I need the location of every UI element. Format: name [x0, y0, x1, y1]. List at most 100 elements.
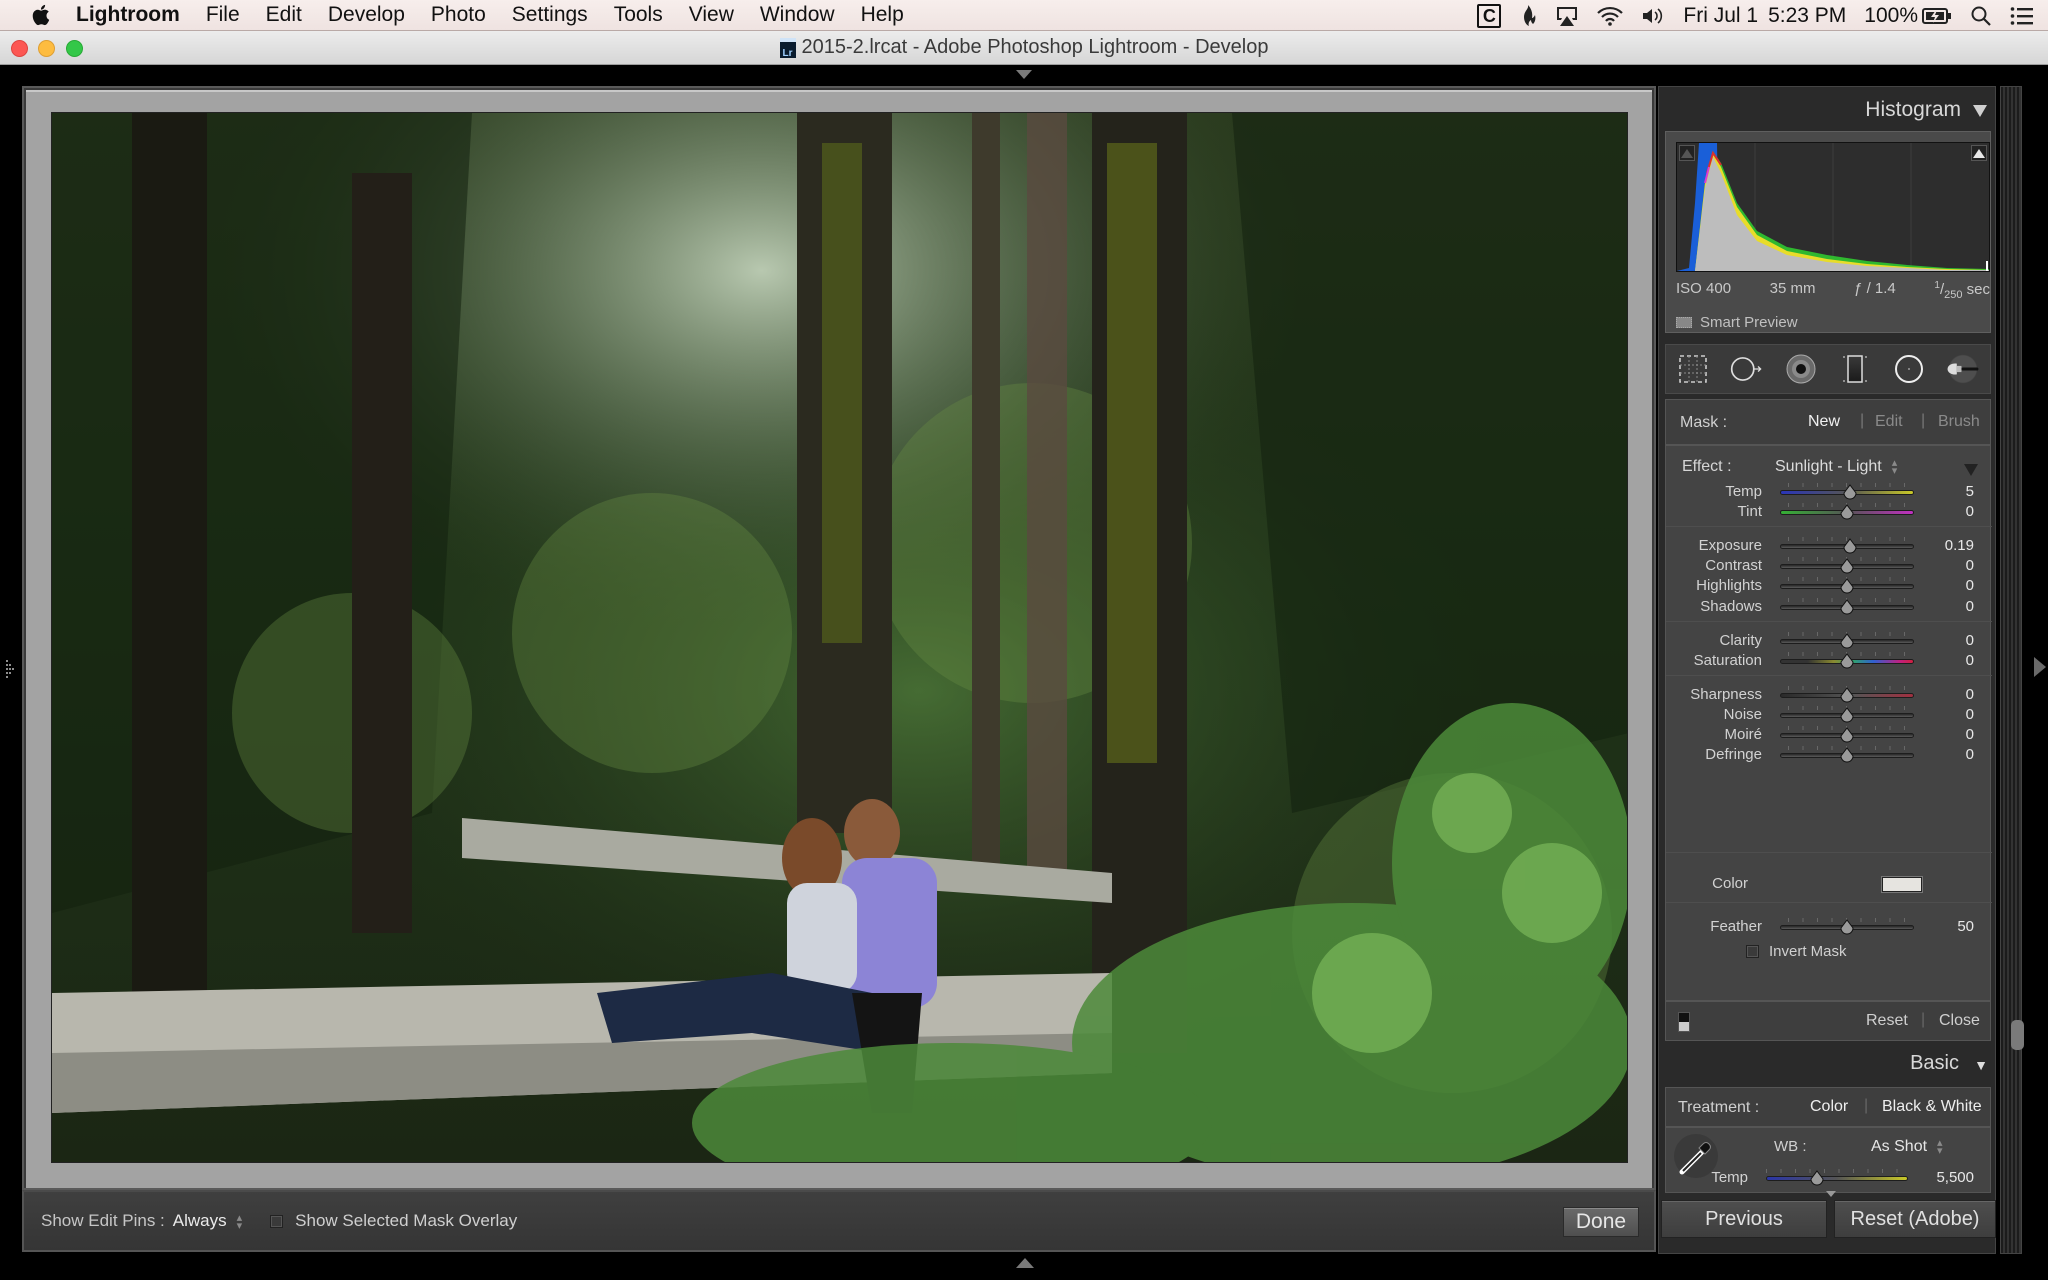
- slider-thumb[interactable]: [1840, 687, 1854, 703]
- basic-header[interactable]: Basic ▼: [1659, 1047, 1997, 1081]
- shutter-speed-value: 1/250 sec: [1934, 280, 1990, 301]
- adjustment-brush-icon[interactable]: [1946, 352, 1980, 386]
- airplay-icon[interactable]: [1555, 5, 1579, 27]
- histogram-title: Histogram: [1865, 98, 1961, 121]
- wb-select[interactable]: As Shot ▴ ▾: [1871, 1137, 1943, 1156]
- notification-center-icon[interactable]: [2010, 6, 2034, 26]
- menu-edit[interactable]: Edit: [266, 3, 302, 27]
- select-arrows-icon: ▴ ▾: [1891, 456, 1898, 477]
- treatment-color-button[interactable]: Color: [1810, 1098, 1848, 1116]
- reset-button[interactable]: Reset: [1866, 1012, 1908, 1030]
- photo-preview[interactable]: [51, 112, 1628, 1163]
- right-panel-scrollbar[interactable]: [2000, 86, 2022, 1254]
- edit-pins-select[interactable]: Always ▴ ▾: [173, 1211, 242, 1231]
- feather-thumb[interactable]: [1840, 919, 1854, 935]
- red-eye-icon[interactable]: [1784, 352, 1818, 386]
- menu-view[interactable]: View: [689, 3, 734, 27]
- mask-label: Mask :: [1680, 414, 1728, 431]
- mask-new-button[interactable]: New: [1808, 413, 1840, 431]
- menu-settings[interactable]: Settings: [512, 3, 588, 27]
- edit-pins-label: Show Edit Pins :: [41, 1211, 165, 1230]
- close-button[interactable]: Close: [1939, 1012, 1980, 1030]
- slider-label: Clarity: [1719, 632, 1762, 649]
- done-button[interactable]: Done: [1563, 1207, 1639, 1237]
- left-panel-expand-icon[interactable]: [5, 658, 17, 680]
- slider-thumb[interactable]: [1840, 504, 1854, 520]
- slider-thumb[interactable]: [1840, 578, 1854, 594]
- slider-value[interactable]: 0: [1966, 746, 1974, 763]
- radial-filter-icon[interactable]: [1892, 352, 1926, 386]
- slider-label: Moiré: [1724, 726, 1762, 743]
- slider-value[interactable]: 0: [1966, 557, 1974, 574]
- slider-label: Highlights: [1696, 577, 1762, 594]
- panel-more-icon[interactable]: [1826, 1191, 1836, 1197]
- slider-value[interactable]: 5: [1966, 483, 1974, 500]
- mask-edit-button[interactable]: Edit: [1875, 413, 1903, 431]
- crop-tool-icon[interactable]: [1676, 352, 1710, 386]
- right-panel-scroll-thumb[interactable]: [2011, 1020, 2024, 1050]
- mask-toggle-icon[interactable]: [1678, 1012, 1690, 1032]
- exif-info: ISO 400 35 mm ƒ / 1.4 1/250 sec: [1676, 280, 1990, 301]
- menu-help[interactable]: Help: [861, 3, 904, 27]
- top-panel-collapse-icon[interactable]: [1016, 70, 1032, 79]
- slider-thumb[interactable]: [1843, 484, 1857, 500]
- slider-thumb[interactable]: [1840, 747, 1854, 763]
- menu-file[interactable]: File: [206, 3, 240, 27]
- menu-tools[interactable]: Tools: [614, 3, 663, 27]
- volume-icon[interactable]: [1641, 6, 1665, 26]
- reset-adobe-button[interactable]: Reset (Adobe): [1834, 1200, 1996, 1238]
- menu-develop[interactable]: Develop: [328, 3, 405, 27]
- effect-preset-select[interactable]: Sunlight - Light ▴ ▾: [1775, 456, 1898, 477]
- shadow-clipping-toggle[interactable]: [1679, 145, 1695, 161]
- slider-value[interactable]: 0: [1966, 726, 1974, 743]
- slider-thumb[interactable]: [1843, 538, 1857, 554]
- mask-brush-button[interactable]: Brush: [1938, 413, 1980, 431]
- flame-icon[interactable]: [1519, 4, 1537, 28]
- histogram-header[interactable]: Histogram: [1659, 93, 1997, 127]
- slider-value[interactable]: 0.19: [1945, 537, 1974, 554]
- previous-button[interactable]: Previous: [1661, 1200, 1827, 1238]
- graduated-filter-icon[interactable]: [1838, 352, 1872, 386]
- slider-thumb[interactable]: [1840, 727, 1854, 743]
- spot-removal-icon[interactable]: [1730, 352, 1764, 386]
- right-panel-collapse-icon[interactable]: [2034, 657, 2046, 677]
- basic-temp-value[interactable]: 5,500: [1936, 1169, 1974, 1186]
- clock-date[interactable]: Fri Jul 1: [1683, 4, 1758, 28]
- histogram-graph[interactable]: [1676, 142, 1990, 272]
- feather-value[interactable]: 50: [1957, 918, 1974, 935]
- smart-preview-status[interactable]: Smart Preview: [1676, 314, 1798, 331]
- slider-value[interactable]: 0: [1966, 652, 1974, 669]
- slider-value[interactable]: 0: [1966, 632, 1974, 649]
- effect-collapse-icon[interactable]: [1964, 464, 1978, 476]
- basic-temp-track[interactable]: [1766, 1176, 1908, 1181]
- slider-value[interactable]: 0: [1966, 686, 1974, 703]
- mask-overlay-checkbox[interactable]: [270, 1214, 284, 1228]
- slider-value[interactable]: 0: [1966, 503, 1974, 520]
- invert-mask-checkbox[interactable]: [1746, 945, 1759, 958]
- slider-thumb[interactable]: [1840, 653, 1854, 669]
- highlight-clipping-toggle[interactable]: [1971, 145, 1987, 161]
- menu-photo[interactable]: Photo: [431, 3, 486, 27]
- apple-menu-icon[interactable]: [30, 3, 52, 27]
- clock-time[interactable]: 5:23 PM: [1768, 4, 1846, 28]
- menu-app-name[interactable]: Lightroom: [76, 3, 180, 27]
- filmstrip-collapse-icon[interactable]: [1016, 1258, 1034, 1268]
- slider-thumb[interactable]: [1840, 707, 1854, 723]
- slider-thumb[interactable]: [1840, 633, 1854, 649]
- slider-ticks: [1766, 1169, 1902, 1173]
- slider-value[interactable]: 0: [1966, 577, 1974, 594]
- basic-collapse-icon: ▼: [1974, 1057, 1988, 1073]
- battery-charging-icon[interactable]: [1922, 7, 1952, 25]
- slider-thumb[interactable]: [1840, 558, 1854, 574]
- wifi-icon[interactable]: [1597, 6, 1624, 26]
- mask-overlay-label: Show Selected Mask Overlay: [295, 1211, 518, 1230]
- slider-value[interactable]: 0: [1966, 706, 1974, 723]
- slider-thumb[interactable]: [1840, 599, 1854, 615]
- clipboard-c-icon[interactable]: C: [1477, 3, 1502, 28]
- spotlight-search-icon[interactable]: [1970, 5, 1992, 27]
- treatment-bw-button[interactable]: Black & White: [1882, 1098, 1982, 1116]
- basic-temp-thumb[interactable]: [1810, 1170, 1824, 1186]
- color-swatch[interactable]: [1882, 877, 1922, 892]
- slider-value[interactable]: 0: [1966, 598, 1974, 615]
- menu-window[interactable]: Window: [760, 3, 835, 27]
